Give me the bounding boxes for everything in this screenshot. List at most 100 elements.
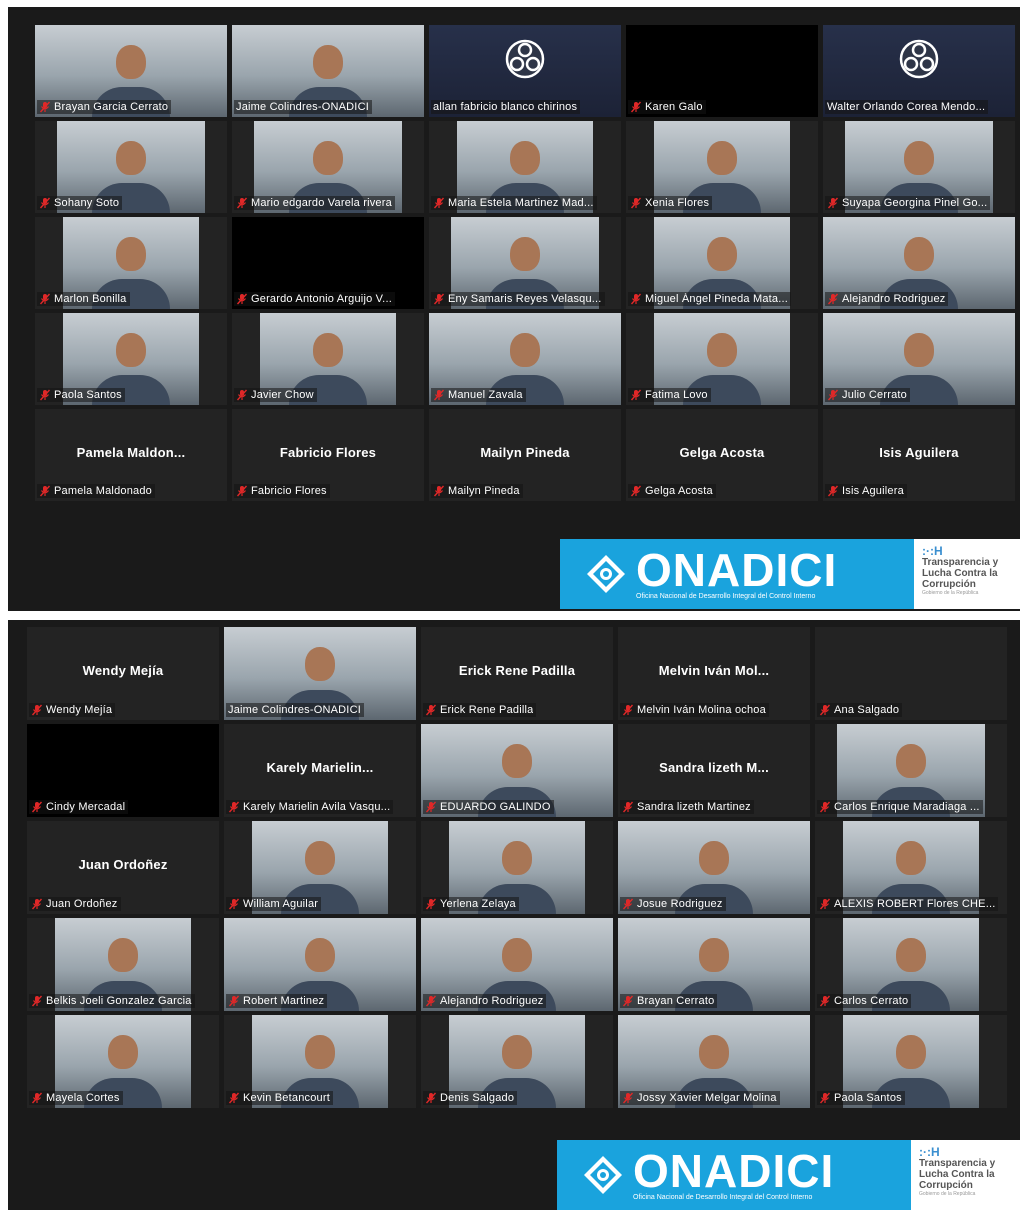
participant-tile[interactable]: Mailyn Pineda Mailyn Pineda bbox=[429, 409, 621, 501]
participant-tile[interactable]: Javier Chow bbox=[232, 313, 424, 405]
participant-tile[interactable]: Alejandro Rodriguez bbox=[823, 217, 1015, 309]
participant-tile[interactable]: Karen Galo bbox=[626, 25, 818, 117]
partner-small-text: Gobierno de la República bbox=[919, 1191, 976, 1197]
participant-tile[interactable]: Suyapa Georgina Pinel Go... bbox=[823, 121, 1015, 213]
participant-face bbox=[896, 841, 926, 875]
microphone-muted-icon bbox=[433, 485, 445, 497]
participant-name: Yerlena Zelaya bbox=[440, 898, 516, 910]
participant-tile[interactable]: Xenia Flores bbox=[626, 121, 818, 213]
participant-tile[interactable]: Cindy Mercadal bbox=[27, 724, 219, 817]
microphone-muted-icon bbox=[630, 101, 642, 113]
partner-logo: :·:H Transparencia y Lucha Contra la Cor… bbox=[911, 1140, 1020, 1210]
participant-name: William Aguilar bbox=[243, 898, 319, 910]
participant-name: Josue Rodriguez bbox=[637, 898, 723, 910]
microphone-muted-icon bbox=[228, 898, 240, 910]
microphone-muted-icon bbox=[228, 995, 240, 1007]
participant-tile[interactable]: Carlos Cerrato bbox=[815, 918, 1007, 1011]
participant-tile[interactable]: Manuel Zavala bbox=[429, 313, 621, 405]
participant-name-label: Julio Cerrato bbox=[825, 388, 910, 402]
participant-tile[interactable]: Juan Ordoñez Juan Ordoñez bbox=[27, 821, 219, 914]
participant-tile[interactable]: Melvin Iván Mol... Melvin Iván Molina och… bbox=[618, 627, 810, 720]
meeting-screen-2: Wendy Mejía Wendy Mejía Jaime Colindres-ON… bbox=[8, 620, 1020, 1210]
participant-tile[interactable]: Miguel Ángel Pineda Mata... bbox=[626, 217, 818, 309]
participant-tile[interactable]: EDUARDO GALINDO bbox=[421, 724, 613, 817]
microphone-muted-icon bbox=[236, 389, 248, 401]
microphone-muted-icon bbox=[39, 389, 51, 401]
participant-name: Mario edgardo Varela rivera bbox=[251, 197, 392, 209]
participant-tile[interactable]: Pamela Maldon... Pamela Maldonado bbox=[35, 409, 227, 501]
participant-face bbox=[116, 45, 146, 79]
participant-tile[interactable]: Denis Salgado bbox=[421, 1015, 613, 1108]
participant-name: Denis Salgado bbox=[440, 1092, 515, 1104]
participant-tile[interactable]: Eny Samaris Reyes Velasqu... bbox=[429, 217, 621, 309]
participant-gallery: Brayan Garcia Cerrato Jaime Colindres-ONA… bbox=[35, 25, 1015, 501]
participant-tile[interactable]: Maria Estela Martinez Mad... bbox=[429, 121, 621, 213]
participant-tile[interactable]: Belkis Joeli Gonzalez Garcia bbox=[27, 918, 219, 1011]
participant-tile[interactable]: Walter Orlando Corea Mendo... bbox=[823, 25, 1015, 117]
participant-tile[interactable]: Jossy Xavier Melgar Molina bbox=[618, 1015, 810, 1108]
participant-tile[interactable]: Josue Rodriguez bbox=[618, 821, 810, 914]
participant-face bbox=[116, 237, 146, 271]
partner-line-1: Transparencia y bbox=[919, 1158, 996, 1169]
onadici-banner: ONADICI Oficina Nacional de Desarrollo I… bbox=[560, 539, 1020, 609]
participant-tile-active-speaker[interactable]: Jaime Colindres-ONADICI bbox=[232, 25, 424, 117]
participant-tile[interactable]: Mayela Cortes bbox=[27, 1015, 219, 1108]
participant-name-label: Marlon Bonilla bbox=[37, 292, 130, 306]
participant-tile[interactable]: Robert Martinez bbox=[224, 918, 416, 1011]
participant-face bbox=[502, 841, 532, 875]
participant-display-name: Erick Rene Padilla bbox=[458, 663, 576, 678]
participant-tile[interactable]: Marlon Bonilla bbox=[35, 217, 227, 309]
participant-tile[interactable]: Sohany Soto bbox=[35, 121, 227, 213]
participant-tile[interactable]: William Aguilar bbox=[224, 821, 416, 914]
participant-name-label: Pamela Maldonado bbox=[37, 484, 155, 498]
microphone-muted-icon bbox=[819, 995, 831, 1007]
participant-tile[interactable]: Brayan Cerrato bbox=[618, 918, 810, 1011]
partner-line-3: Corrupción bbox=[922, 579, 976, 590]
participant-tile-active-speaker[interactable]: Jaime Colindres-ONADICI bbox=[224, 627, 416, 720]
participant-tile[interactable]: Ana Salgado bbox=[815, 627, 1007, 720]
microphone-muted-icon bbox=[228, 801, 240, 813]
participant-tile[interactable]: Gelga Acosta Gelga Acosta bbox=[626, 409, 818, 501]
microphone-muted-icon bbox=[425, 801, 437, 813]
participant-name-label: Brayan Garcia Cerrato bbox=[37, 100, 172, 114]
participant-face bbox=[896, 1035, 926, 1069]
participant-tile[interactable]: Alejandro Rodriguez bbox=[421, 918, 613, 1011]
participant-tile[interactable]: Isis Aguilera Isis Aguilera bbox=[823, 409, 1015, 501]
participant-name-label: Javier Chow bbox=[234, 388, 317, 402]
participant-tile[interactable]: Julio Cerrato bbox=[823, 313, 1015, 405]
brand-name: ONADICI bbox=[633, 1145, 835, 1197]
participant-tile[interactable]: Kevin Betancourt bbox=[224, 1015, 416, 1108]
participant-tile[interactable]: Sandra lizeth M... Sandra lizeth Martinez bbox=[618, 724, 810, 817]
participant-tile[interactable]: ALEXIS ROBERT Flores CHE... bbox=[815, 821, 1007, 914]
participant-name-label: Denis Salgado bbox=[423, 1091, 518, 1105]
participant-tile[interactable]: Fabricio Flores Fabricio Flores bbox=[232, 409, 424, 501]
participant-tile[interactable]: Wendy Mejía Wendy Mejía bbox=[27, 627, 219, 720]
participant-tile[interactable]: Mario edgardo Varela rivera bbox=[232, 121, 424, 213]
participant-tile[interactable]: Karely Marielin... Karely Marielin Avila … bbox=[224, 724, 416, 817]
participant-tile[interactable]: Paola Santos bbox=[35, 313, 227, 405]
participant-face bbox=[707, 141, 737, 175]
participant-tile[interactable]: Brayan Garcia Cerrato bbox=[35, 25, 227, 117]
participant-tile[interactable]: Erick Rene Padilla Erick Rene Padilla bbox=[421, 627, 613, 720]
participant-name: Sandra lizeth Martinez bbox=[637, 801, 751, 813]
participant-name-label: Karely Marielin Avila Vasqu... bbox=[226, 800, 394, 814]
participant-name-label: Carlos Enrique Maradiaga ... bbox=[817, 800, 983, 814]
participant-tile[interactable]: Fatima Lovo bbox=[626, 313, 818, 405]
microphone-muted-icon bbox=[425, 704, 437, 716]
participant-name-label: ALEXIS ROBERT Flores CHE... bbox=[817, 897, 999, 911]
participant-name-label: allan fabricio blanco chirinos bbox=[431, 100, 581, 114]
participant-name-label: Jossy Xavier Melgar Molina bbox=[620, 1091, 780, 1105]
participant-name: Erick Rene Padilla bbox=[440, 704, 534, 716]
participant-tile[interactable]: allan fabricio blanco chirinos bbox=[429, 25, 621, 117]
participant-name: Jaime Colindres-ONADICI bbox=[236, 101, 369, 113]
participant-tile[interactable]: Paola Santos bbox=[815, 1015, 1007, 1108]
participant-face bbox=[305, 841, 335, 875]
participant-tile[interactable]: Yerlena Zelaya bbox=[421, 821, 613, 914]
participant-face bbox=[510, 333, 540, 367]
microphone-muted-icon bbox=[433, 389, 445, 401]
participant-face bbox=[313, 141, 343, 175]
participant-tile[interactable]: Gerardo Antonio Arguijo V... bbox=[232, 217, 424, 309]
participant-tile[interactable]: Carlos Enrique Maradiaga ... bbox=[815, 724, 1007, 817]
participant-name-label: Carlos Cerrato bbox=[817, 994, 912, 1008]
microphone-muted-icon bbox=[827, 485, 839, 497]
